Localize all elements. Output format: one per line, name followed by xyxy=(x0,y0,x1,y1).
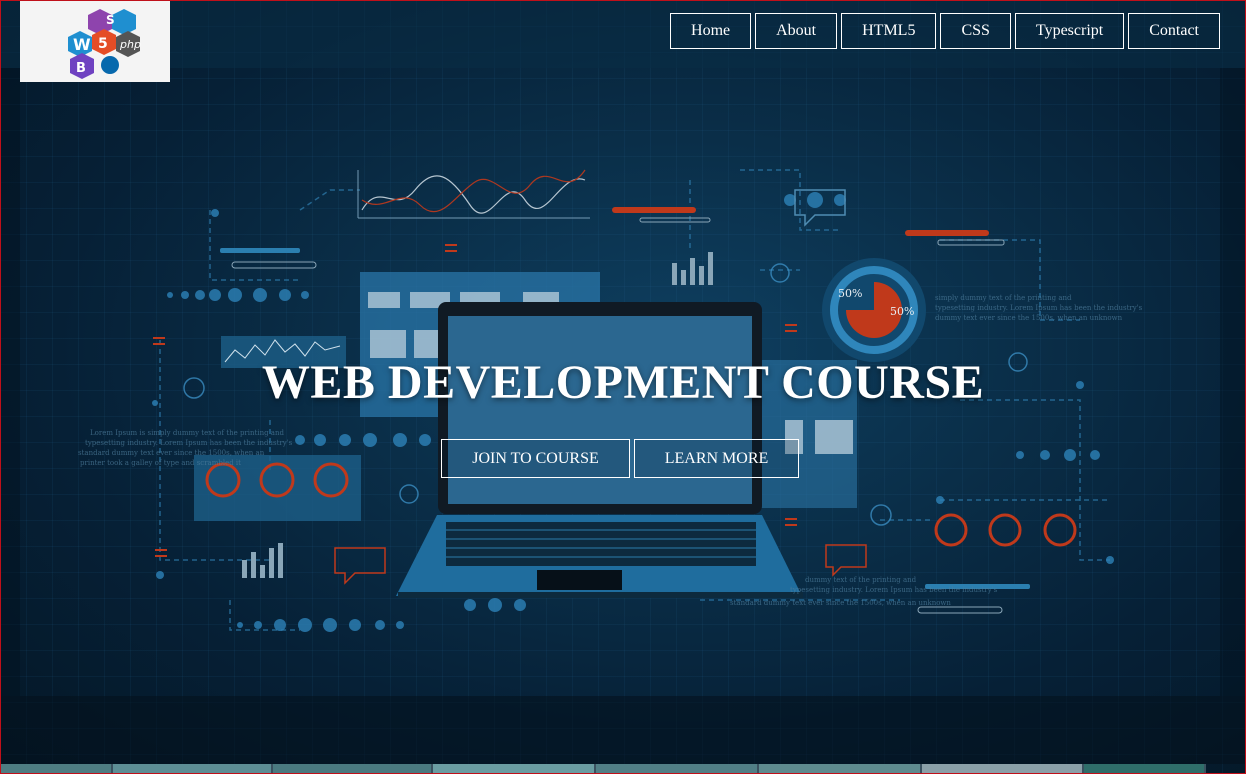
svg-text:simply dummy text of the print: simply dummy text of the printing and xyxy=(935,294,1072,302)
thumbnail[interactable] xyxy=(1084,764,1206,774)
tech-logo-icon: W 5 php B S xyxy=(68,9,141,79)
svg-text:typesetting industry. Lorem Ip: typesetting industry. Lorem Ipsum has be… xyxy=(790,586,998,594)
nav-html5[interactable]: HTML5 xyxy=(841,13,937,49)
svg-text:W: W xyxy=(73,35,91,54)
svg-text:standard dummy text ever since: standard dummy text ever since the 1500s… xyxy=(730,599,951,607)
svg-text:B: B xyxy=(76,61,86,76)
learn-more-button[interactable]: LEARN MORE xyxy=(634,439,799,478)
bottom-thumbnail-strip xyxy=(0,764,1246,774)
thumbnail[interactable] xyxy=(922,764,1084,774)
nav-home[interactable]: Home xyxy=(670,13,752,49)
svg-text:php: php xyxy=(119,38,141,51)
svg-text:S: S xyxy=(106,13,115,27)
hero-title: WEB DEVELOPMENT COURSE xyxy=(261,356,985,409)
thumbnail[interactable] xyxy=(759,764,922,774)
svg-text:typesetting industry. Lorem Ip: typesetting industry. Lorem Ipsum has be… xyxy=(935,304,1143,312)
svg-text:standard dummy text ever since: standard dummy text ever since the 1500s… xyxy=(78,449,265,457)
nav-css[interactable]: CSS xyxy=(940,13,1011,49)
nav-contact[interactable]: Contact xyxy=(1128,13,1220,49)
svg-text:Lorem Ipsum is simply dummy te: Lorem Ipsum is simply dummy text of the … xyxy=(90,429,284,437)
svg-text:dummy text of the printing and: dummy text of the printing and xyxy=(805,576,917,584)
thumbnail[interactable] xyxy=(433,764,596,774)
main-nav: Home About HTML5 CSS Typescript Contact xyxy=(670,13,1220,49)
svg-text:dummy text ever since the 1500: dummy text ever since the 1500s, when an… xyxy=(935,314,1123,322)
svg-text:50%: 50% xyxy=(890,305,914,318)
thumbnail[interactable] xyxy=(113,764,273,774)
thumbnail[interactable] xyxy=(0,764,113,774)
svg-text:typesetting industry. Lorem Ip: typesetting industry. Lorem Ipsum has be… xyxy=(85,439,293,447)
svg-text:5: 5 xyxy=(98,36,108,52)
join-course-button[interactable]: JOIN TO COURSE xyxy=(441,439,630,478)
thumbnail[interactable] xyxy=(596,764,759,774)
site-logo[interactable]: W 5 php B S xyxy=(20,1,170,82)
nav-about[interactable]: About xyxy=(755,13,838,49)
nav-typescript[interactable]: Typescript xyxy=(1014,13,1125,49)
footer-band xyxy=(0,696,1246,764)
svg-text:50%: 50% xyxy=(838,287,862,300)
thumbnail[interactable] xyxy=(273,764,433,774)
svg-text:printer took a galley of type: printer took a galley of type and scramb… xyxy=(80,459,241,467)
